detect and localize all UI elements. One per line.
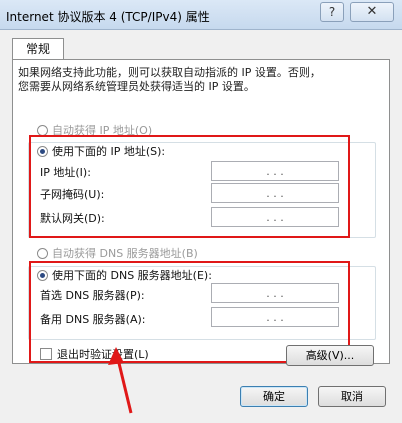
annotation-box-ip: [29, 135, 350, 238]
cancel-button[interactable]: 取消: [318, 386, 386, 407]
tab-general[interactable]: 常规: [12, 38, 64, 60]
dialog-client: 常规 如果网络支持此功能，则可以获取自动指派的 IP 设置。否则， 您需要从网络…: [0, 30, 402, 423]
ok-button[interactable]: 确定: [240, 386, 308, 407]
help-button[interactable]: ?: [320, 2, 344, 22]
description-text: 如果网络支持此功能，则可以获取自动指派的 IP 设置。否则， 您需要从网络系统管…: [18, 66, 321, 93]
annotation-arrow-icon: [108, 347, 133, 414]
radio-auto-dns-label: 自动获得 DNS 服务器地址(B): [52, 247, 198, 260]
radio-auto-dns-circle: [37, 247, 48, 259]
title-bar: Internet 协议版本 4 (TCP/IPv4) 属性 ? ✕: [0, 0, 402, 30]
window-title: Internet 协议版本 4 (TCP/IPv4) 属性: [6, 10, 210, 24]
close-button[interactable]: ✕: [350, 2, 394, 22]
radio-auto-ip-circle: [37, 124, 48, 136]
validate-on-exit-box: [40, 348, 52, 360]
advanced-button[interactable]: 高级(V)...: [286, 345, 374, 366]
radio-auto-dns[interactable]: 自动获得 DNS 服务器地址(B): [37, 245, 198, 261]
